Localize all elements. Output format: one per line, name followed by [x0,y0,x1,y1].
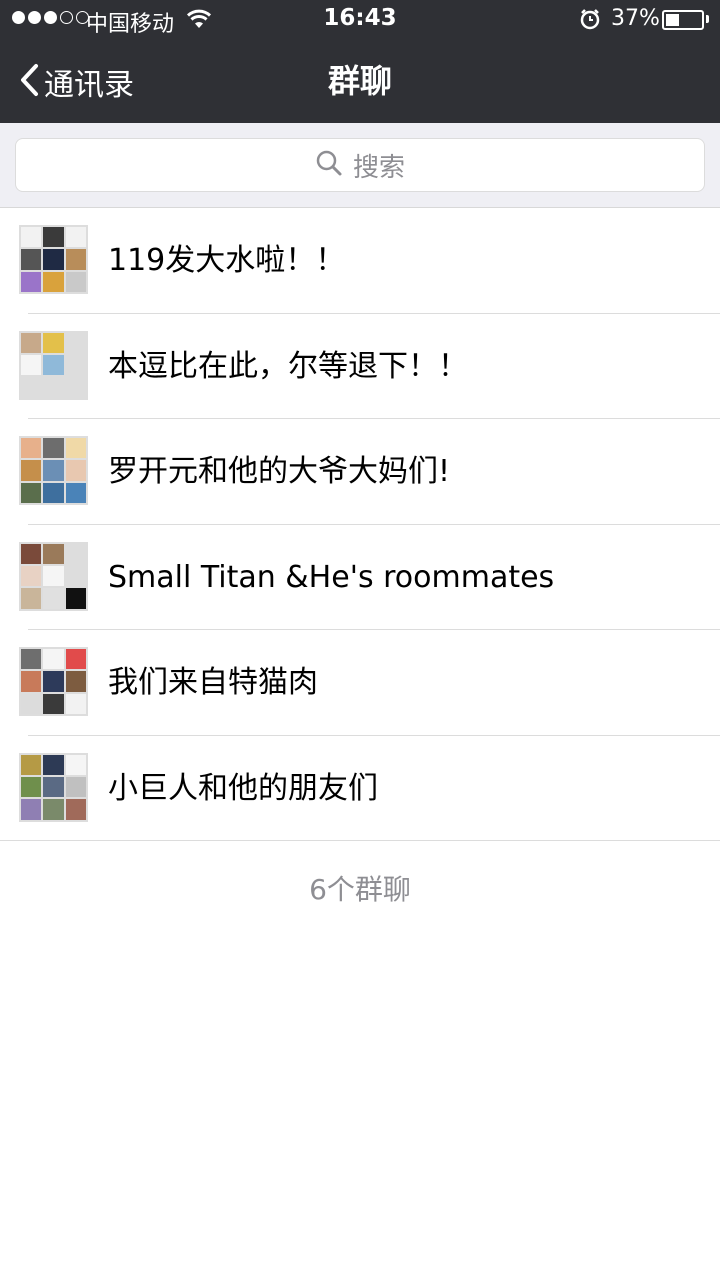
group-avatar [19,647,88,716]
search-placeholder: 搜索 [352,152,405,183]
member-avatar-tile [43,588,64,609]
navigation-bar: 通讯录 群聊 [0,40,720,123]
member-avatar-tile [43,776,64,798]
member-avatar-tile [43,482,64,503]
member-avatar-tile [65,332,86,353]
group-avatar [19,752,88,822]
member-avatar-tile [43,271,64,292]
member-avatar-tile [43,799,64,820]
member-avatar-tile [65,776,86,798]
member-avatar-tile [43,693,64,714]
member-avatar-tile [43,332,64,353]
member-avatar-tile [65,482,86,503]
search-icon [315,149,343,181]
member-avatar-tile [43,354,64,376]
member-avatar-tile [65,588,86,609]
group-chat-name: 119发大水啦！！ [108,243,346,278]
member-avatar-tile [21,776,42,798]
member-avatar-tile [21,754,42,775]
member-avatar-tile [65,754,86,775]
search-input[interactable]: 搜索 [15,138,705,192]
group-chat-row[interactable]: 我们来自特猫肉 [0,630,720,736]
battery-percent: 37% [611,6,660,31]
group-chat-name: 我们来自特猫肉 [108,665,318,700]
member-avatar-tile [21,460,42,481]
member-avatar-tile [21,227,42,248]
member-avatar-tile [65,377,86,398]
member-avatar-tile [65,249,86,270]
member-avatar-tile [21,693,42,714]
group-avatar [19,541,88,611]
group-chat-name: Small Titan &He's roommates [108,559,555,595]
group-chat-name: 本逗比在此，尔等退下！！ [108,348,468,384]
member-avatar-tile [65,799,86,820]
member-avatar-tile [65,671,86,692]
page-title: 群聊 [327,62,392,100]
group-chat-row[interactable]: 119发大水啦！！ [0,208,720,314]
member-avatar-tile [43,754,64,775]
member-avatar-tile [21,271,42,292]
member-avatar-tile [21,649,42,670]
group-chat-row[interactable]: 本逗比在此，尔等退下！！ [0,314,720,420]
battery-level-fill [666,14,679,26]
group-count-label: 6个群聊 [309,873,411,906]
member-avatar-tile [43,649,64,670]
member-avatar-tile [43,543,64,564]
member-avatar-tile [43,460,64,481]
alarm-icon [579,8,601,36]
member-avatar-tile [65,271,86,292]
member-avatar-tile [65,227,86,248]
search-bar: 搜索 [0,123,720,208]
group-chat-row[interactable]: 罗开元和他的大爷大妈们! [0,419,720,525]
member-avatar-tile [65,649,86,670]
top-bar: 中国移动 16:43 37% 通讯录 群聊 [0,0,720,123]
member-avatar-tile [65,543,86,564]
member-avatar-tile [65,354,86,376]
member-avatar-tile [21,482,42,503]
member-avatar-tile [21,543,42,564]
group-avatar [19,330,88,400]
member-avatar-tile [21,332,42,353]
member-avatar-tile [21,671,42,692]
member-avatar-tile [43,227,64,248]
member-avatar-tile [43,565,64,587]
member-avatar-tile [21,377,42,398]
member-avatar-tile [43,377,64,398]
member-avatar-tile [65,438,86,459]
group-chat-list: 119发大水啦！！ 本逗比在此，尔等退下！！ 罗开元和他的大爷大妈们! Small T… [0,208,720,841]
battery-cap [706,15,709,23]
member-avatar-tile [65,565,86,587]
group-avatar [19,436,88,505]
group-chat-row[interactable]: 小巨人和他的朋友们 [0,736,720,842]
member-avatar-tile [43,438,64,459]
member-avatar-tile [21,354,42,376]
member-avatar-tile [43,671,64,692]
group-avatar [19,225,88,294]
member-avatar-tile [21,249,42,270]
group-chat-name: 罗开元和他的大爷大妈们! [108,454,451,489]
member-avatar-tile [21,565,42,587]
member-avatar-tile [21,588,42,609]
member-avatar-tile [21,799,42,820]
member-avatar-tile [65,460,86,481]
group-chat-name: 小巨人和他的朋友们 [108,770,378,806]
member-avatar-tile [21,438,42,459]
member-avatar-tile [65,693,86,714]
status-bar: 中国移动 16:43 37% [0,0,720,40]
battery-icon [662,10,704,30]
member-avatar-tile [43,249,64,270]
group-chat-row[interactable]: Small Titan &He's roommates [0,525,720,631]
